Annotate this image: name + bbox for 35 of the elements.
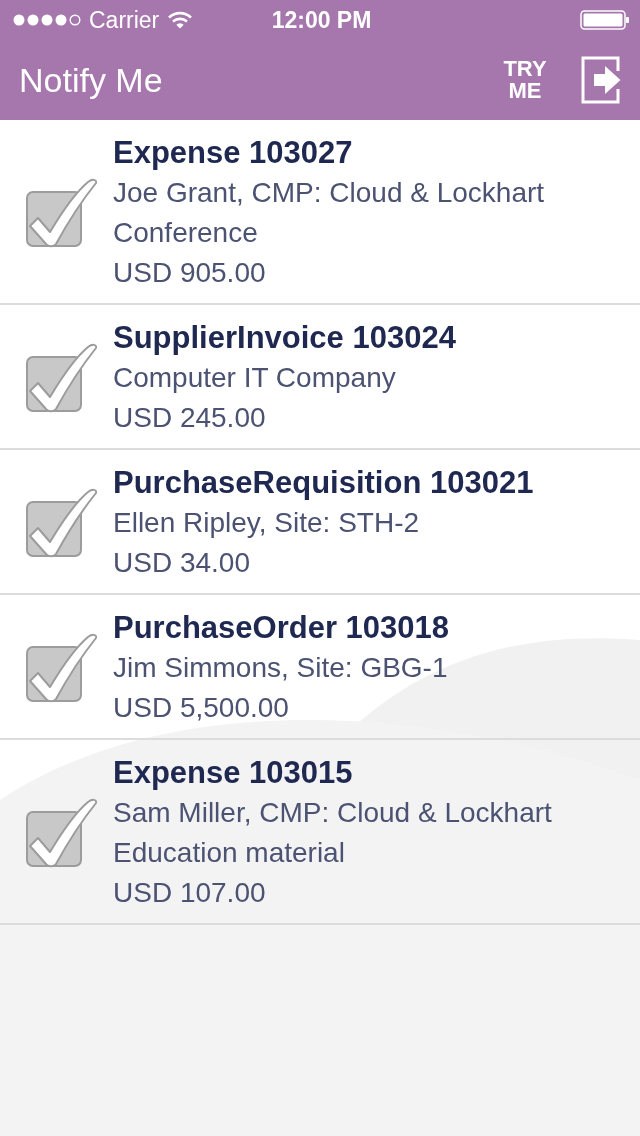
notification-row[interactable]: PurchaseRequisition 103021 Ellen Ripley, Site: STH-2 USD 34.00 (0, 450, 640, 595)
exit-arrow-icon (581, 56, 621, 104)
item-detail: USD 107.00 (113, 876, 266, 910)
item-title: PurchaseRequisition 103021 (113, 464, 534, 502)
notification-row[interactable]: SupplierInvoice 103024 Computer IT Company USD 245.00 (0, 305, 640, 450)
carrier-name: Carrier (89, 6, 160, 34)
item-detail: Education material (113, 836, 345, 870)
item-title: SupplierInvoice 103024 (113, 319, 456, 357)
item-detail: USD 5,500.00 (113, 691, 289, 725)
item-title: PurchaseOrder 103018 (113, 609, 450, 647)
item-detail: Joe Grant, CMP: Cloud & Lockhart (113, 176, 545, 210)
item-detail: Ellen Ripley, Site: STH-2 (113, 506, 420, 540)
item-title: Expense 103027 (113, 134, 353, 172)
signal-strength-icon (13, 14, 81, 26)
checkbox[interactable] (26, 343, 98, 413)
item-detail: USD 34.00 (113, 546, 250, 580)
wifi-icon (168, 11, 193, 29)
battery-icon (580, 10, 630, 30)
item-detail: Sam Miller, CMP: Cloud & Lockhart (113, 796, 552, 830)
checkbox[interactable] (26, 798, 98, 868)
item-title: Expense 103015 (113, 754, 353, 792)
item-detail: Jim Simmons, Site: GBG-1 (113, 651, 448, 685)
item-detail: Computer IT Company (113, 361, 396, 395)
checkbox[interactable] (26, 178, 98, 248)
status-time: 12:00 PM (271, 6, 372, 34)
notification-row[interactable]: PurchaseOrder 103018 Jim Simmons, Site: GBG-1 USD 5,500.00 (0, 595, 640, 740)
checkbox[interactable] (26, 633, 98, 703)
notification-row[interactable]: Expense 103027 Joe Grant, CMP: Cloud & Lockhart Conference USD 905.00 (0, 120, 640, 305)
exit-button[interactable] (581, 56, 621, 104)
try-me-button[interactable]: TRY ME (497, 58, 553, 102)
item-detail: USD 245.00 (113, 401, 266, 435)
app-title: Notify Me (19, 60, 164, 100)
checkbox[interactable] (26, 488, 98, 558)
item-detail: USD 905.00 (113, 256, 266, 290)
item-detail: Conference (113, 216, 258, 250)
